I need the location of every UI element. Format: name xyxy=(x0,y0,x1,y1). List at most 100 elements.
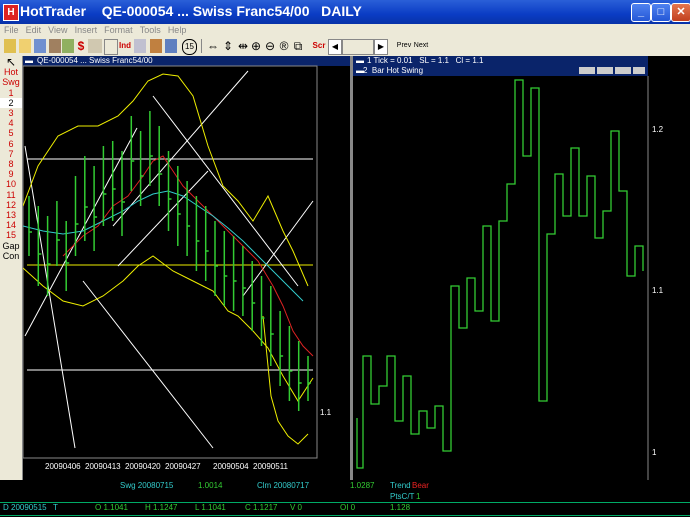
menu-bar: File Edit View Insert Format Tools Help xyxy=(0,24,690,36)
sidebar-item-13[interactable]: 13 xyxy=(0,210,22,220)
pts-value: 1 xyxy=(416,492,421,501)
menu-view[interactable]: View xyxy=(48,24,67,36)
pointer-tool-icon[interactable]: ↖ xyxy=(0,56,22,68)
open-value: O 1.1041 xyxy=(95,503,128,512)
status-row-2: PtsC/T 1 xyxy=(0,492,690,502)
sidebar-item-9[interactable]: 9 xyxy=(0,169,22,179)
diagonal-line xyxy=(112,70,249,227)
sidebar-item-15[interactable]: 15 xyxy=(0,230,22,240)
stack-icon[interactable] xyxy=(88,39,102,53)
sidebar-item-11[interactable]: 11 xyxy=(0,190,22,200)
right-swing-chart[interactable]: 1.2 1.1 1 xyxy=(353,56,690,480)
bar-time: T xyxy=(53,503,58,512)
y-tick-label: 1.2 xyxy=(652,125,664,134)
left-chart-pane: ▬ QE-000054 ... Swiss Franc54/00 2009040… xyxy=(23,56,350,480)
open-interest-value: OI 0 xyxy=(340,503,356,512)
scroll-right-button[interactable]: ▶ xyxy=(374,39,388,55)
sidebar-item-5[interactable]: 5 xyxy=(0,128,22,138)
x-tick: 20090420 xyxy=(125,462,161,471)
sidebar-item-14[interactable]: 14 xyxy=(0,220,22,230)
menu-file[interactable]: File xyxy=(4,24,19,36)
title-bar: H HotTrader QE-000054 ... Swiss Franc54/… xyxy=(0,0,690,24)
high-value: H 1.1247 xyxy=(145,503,178,512)
folder-icon[interactable] xyxy=(19,39,31,53)
refresh-icon[interactable]: ® xyxy=(278,39,290,53)
sidebar-item-2[interactable]: 2 xyxy=(0,97,22,109)
sidebar: ↖ Hot Swg 1 2 3 4 5 6 7 8 9 10 11 12 13 … xyxy=(0,56,23,480)
prev-button[interactable]: Prev xyxy=(396,39,412,53)
maximize-button[interactable]: □ xyxy=(651,3,671,22)
diagonal-line xyxy=(152,95,299,287)
status-divider xyxy=(0,515,690,516)
grid-icon[interactable] xyxy=(165,39,177,53)
climax-value: 1.0287 xyxy=(350,481,375,490)
x-tick: 20090427 xyxy=(165,462,201,471)
low-value: L 1.1041 xyxy=(195,503,226,512)
menu-edit[interactable]: Edit xyxy=(26,24,42,36)
ind-button[interactable]: Ind xyxy=(118,39,132,53)
bar-chart-icon[interactable] xyxy=(62,39,74,53)
window-title: HotTrader QE-000054 ... Swiss Franc54/00… xyxy=(20,3,362,19)
zoom-in-icon[interactable]: ⊕ xyxy=(250,39,262,53)
status-row-1: Swg 20080715 1.0014 Clm 20080717 1.0287 … xyxy=(0,481,690,491)
x-axis-labels: 20090406 20090413 20090420 20090427 2009… xyxy=(45,462,289,471)
x-tick: 20090511 xyxy=(253,462,289,471)
sidebar-item-4[interactable]: 4 xyxy=(0,118,22,128)
hot-swing-line xyxy=(356,79,644,469)
open-folder-icon[interactable] xyxy=(4,39,16,53)
menu-help[interactable]: Help xyxy=(168,24,187,36)
status-row-3: D 20090515 T O 1.1041 H 1.1247 L 1.1041 … xyxy=(0,503,690,515)
climax-date: Clm 20080717 xyxy=(257,481,310,490)
sidebar-swg[interactable]: Swg xyxy=(0,77,22,87)
paint-icon[interactable] xyxy=(150,39,162,53)
menu-format[interactable]: Format xyxy=(104,24,133,36)
scroll-track[interactable] xyxy=(342,39,374,55)
swing-value: 1.0014 xyxy=(198,481,223,490)
menu-tools[interactable]: Tools xyxy=(140,24,161,36)
dollar-button[interactable]: $ xyxy=(75,39,87,53)
layout-icon[interactable] xyxy=(134,39,146,53)
left-price-chart[interactable]: 20090406 20090413 20090420 20090427 2009… xyxy=(23,56,350,480)
y-axis-label: 1.1 xyxy=(320,408,332,417)
x-tick: 20090504 xyxy=(213,462,249,471)
trend-icon[interactable] xyxy=(104,39,118,55)
diagonal-line xyxy=(24,145,76,449)
compress-icon[interactable]: ⇹ xyxy=(237,39,249,53)
close-button[interactable]: ✕ xyxy=(671,3,690,22)
toolbar: $ Ind 15 ⇔ ⇕ ⇹ ⊕ ⊖ ® ⧉ Scr ◀ ▶ Prev Next xyxy=(0,36,690,57)
sidebar-item-3[interactable]: 3 xyxy=(0,108,22,118)
swing-date: Swg 20080715 xyxy=(120,481,174,490)
x-tick: 20090413 xyxy=(85,462,121,471)
sidebar-item-10[interactable]: 10 xyxy=(0,179,22,189)
x-tick: 20090406 xyxy=(45,462,81,471)
sidebar-hot[interactable]: Hot xyxy=(0,67,22,77)
bar-date: D 20090515 xyxy=(3,503,47,512)
move-icon[interactable]: ⇔ xyxy=(207,39,219,53)
fifteen-button[interactable]: 15 xyxy=(182,39,197,55)
sidebar-gap[interactable]: Gap xyxy=(0,241,22,251)
pts-label: PtsC/T xyxy=(390,492,415,501)
sidebar-item-1[interactable]: 1 xyxy=(0,88,22,98)
scr-button[interactable]: Scr xyxy=(312,39,326,53)
sidebar-item-6[interactable]: 6 xyxy=(0,139,22,149)
copy-icon[interactable]: ⧉ xyxy=(292,39,304,53)
minimize-button[interactable]: _ xyxy=(631,3,651,22)
menu-insert[interactable]: Insert xyxy=(75,24,98,36)
last-value: 1.128 xyxy=(390,503,411,512)
diagonal-line xyxy=(82,280,214,449)
expand-icon[interactable]: ⇕ xyxy=(222,39,234,53)
right-y-labels: 1.2 1.1 1 xyxy=(652,125,664,457)
sidebar-con[interactable]: Con xyxy=(0,251,22,261)
scroll-left-button[interactable]: ◀ xyxy=(328,39,342,55)
zoom-out-icon[interactable]: ⊖ xyxy=(264,39,276,53)
right-chart-pane: ▬ 1 Tick = 0.01 SL = 1.1 Cl = 1.1 ▬ 2 Ba… xyxy=(353,56,690,480)
next-button[interactable]: Next xyxy=(413,39,429,53)
save-icon[interactable] xyxy=(34,39,46,53)
chart-icon[interactable] xyxy=(49,39,61,53)
sidebar-item-7[interactable]: 7 xyxy=(0,149,22,159)
y-tick-label: 1.1 xyxy=(652,286,664,295)
trend-label: Trend xyxy=(390,481,411,490)
sidebar-item-8[interactable]: 8 xyxy=(0,159,22,169)
status-divider xyxy=(0,502,690,503)
sidebar-item-12[interactable]: 12 xyxy=(0,200,22,210)
